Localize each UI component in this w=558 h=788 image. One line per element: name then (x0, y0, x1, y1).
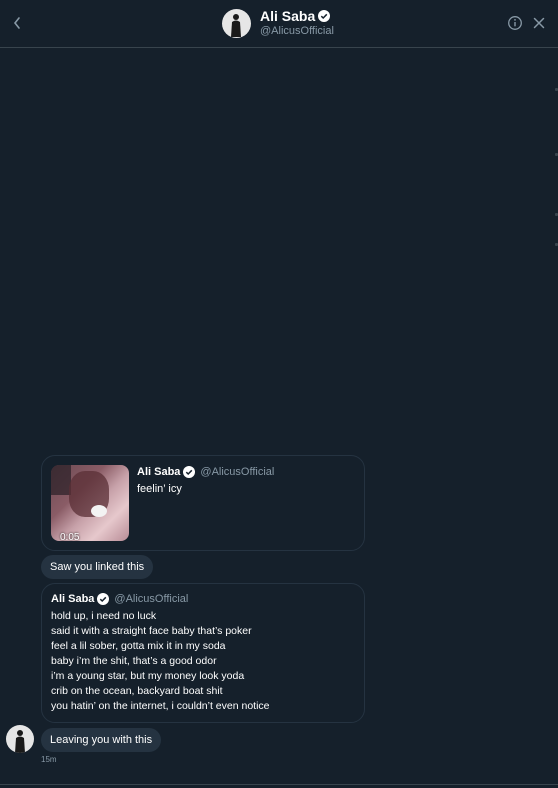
tweet-author: Ali Saba @AlicusOfficial (51, 593, 188, 605)
tweet-text-line: baby i’m the shit, that’s a good odor (51, 655, 217, 667)
shared-tweet-card[interactable]: 0:05 Ali Saba @AlicusOfficial feelin’ ic… (41, 455, 365, 551)
tweet-text: feelin’ icy (137, 483, 182, 495)
shared-tweet-card[interactable]: Ali Saba @AlicusOfficial hold up, i need… (41, 583, 365, 723)
verified-badge-icon (318, 10, 331, 22)
conversation-header: Ali Saba @AlicusOfficial (0, 0, 558, 48)
tweet-text: hold up, i need no luck said it with a s… (51, 609, 270, 714)
header-name-text: Ali Saba (260, 8, 316, 24)
header-display-name[interactable]: Ali Saba (260, 8, 331, 24)
video-thumbnail[interactable]: 0:05 (51, 465, 129, 541)
header-handle[interactable]: @AlicusOfficial (260, 25, 334, 37)
tweet-author-handle: @AlicusOfficial (114, 593, 189, 605)
tweet-text-line: you hatin’ on the internet, i couldn’t e… (51, 700, 270, 712)
message-timestamp: 15m (41, 755, 57, 764)
close-icon (533, 17, 545, 29)
tweet-text-line: i’m a young star, but my money look yoda (51, 670, 245, 682)
person-silhouette-icon (15, 730, 25, 753)
tweet-text-line: feel a lil sober, gotta mix it in my sod… (51, 640, 226, 652)
chevron-left-icon (13, 17, 20, 29)
verified-badge-icon (183, 466, 196, 478)
message-bubble[interactable]: Saw you linked this (41, 555, 154, 579)
tweet-author-name: Ali Saba (51, 593, 95, 605)
sender-avatar[interactable] (6, 725, 34, 753)
tweet-text-line: said it with a straight face baby that’s… (51, 625, 252, 637)
video-duration: 0:05 (60, 532, 80, 541)
back-button[interactable] (6, 12, 28, 34)
message-bubble[interactable]: Leaving you with this (41, 728, 162, 752)
info-icon (508, 16, 522, 30)
tweet-author: Ali Saba @AlicusOfficial (137, 466, 274, 478)
person-silhouette-icon (231, 14, 241, 37)
composer-divider (0, 784, 558, 785)
info-button[interactable] (507, 15, 523, 31)
verified-badge-icon (97, 593, 110, 605)
tweet-text-line: crib on the ocean, backyard boat shit (51, 685, 223, 697)
tweet-author-name: Ali Saba (137, 466, 181, 478)
tweet-text-line: hold up, i need no luck (51, 610, 157, 622)
close-button[interactable] (531, 15, 547, 31)
header-avatar[interactable] (222, 9, 251, 38)
tweet-author-handle: @AlicusOfficial (200, 466, 275, 478)
